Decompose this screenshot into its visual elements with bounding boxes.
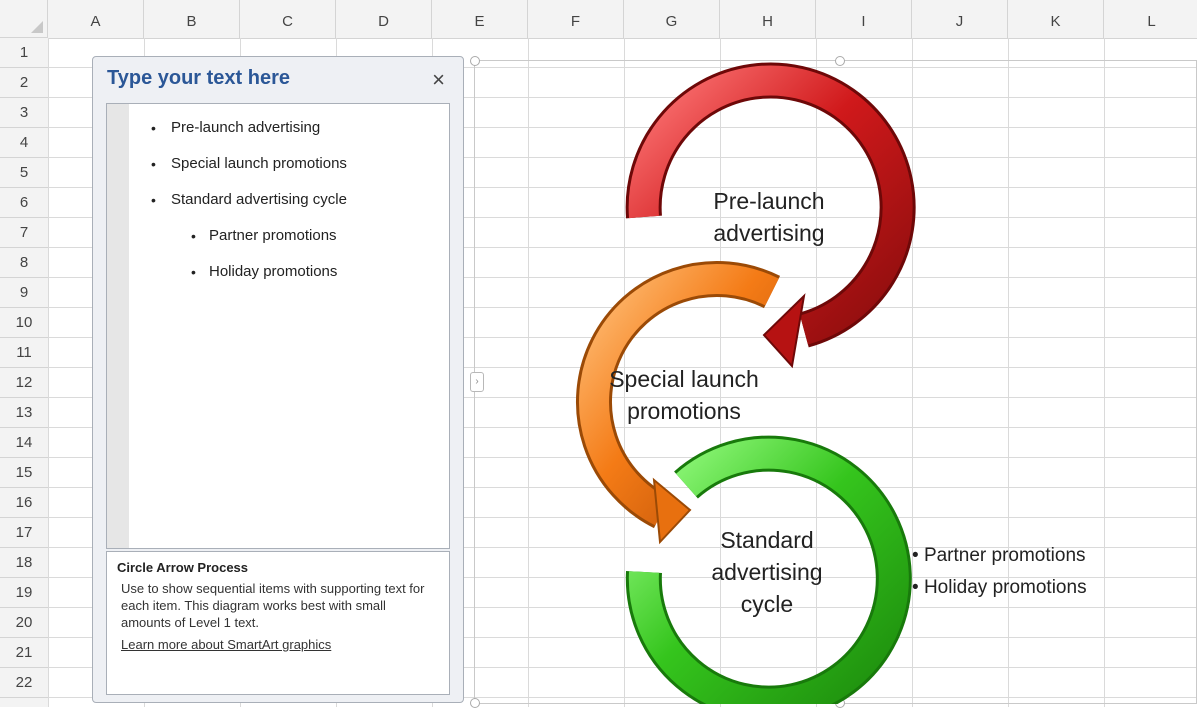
child-bullet: • Holiday promotions (912, 577, 1087, 598)
bullet-text: Standard advertising cycle (171, 191, 347, 208)
shape-text-line: cycle (740, 591, 794, 617)
column-header[interactable]: C (240, 0, 336, 38)
circle-arrow-diagram: Pre-launch advertising Special launch pr… (474, 60, 1197, 709)
learn-more-link[interactable]: Learn more about SmartArt graphics (117, 637, 439, 652)
row-header[interactable]: 13 (0, 398, 48, 428)
row-header[interactable]: 7 (0, 218, 48, 248)
column-header[interactable]: G (624, 0, 720, 38)
column-headers: ABCDEFGHIJKL (48, 0, 1197, 39)
row-header[interactable]: 9 (0, 278, 48, 308)
bullet-dot: • (151, 120, 156, 136)
bullet-dot: • (191, 228, 196, 244)
column-header[interactable]: L (1104, 0, 1197, 38)
shape-2-text: Special launch promotions (589, 363, 779, 427)
column-header[interactable]: D (336, 0, 432, 38)
layout-name: Circle Arrow Process (117, 560, 249, 575)
shape-text-line: advertising (711, 559, 823, 585)
close-icon[interactable]: × (432, 69, 445, 91)
bullet-dot: • (191, 264, 196, 280)
bullet-item[interactable]: • Holiday promotions (129, 254, 449, 290)
row-header[interactable]: 4 (0, 128, 48, 158)
column-header[interactable]: A (48, 0, 144, 38)
row-header[interactable]: 1 (0, 38, 48, 68)
select-all-corner[interactable] (0, 0, 48, 38)
row-headers: 1 2 3 4 5 6 7 8 9 10 11 12 13 14 15 16 17 18 19 20 21 22 (0, 38, 49, 707)
shape-text-line: Special launch (609, 366, 759, 392)
bullet-text: Special launch promotions (171, 155, 347, 172)
row-header[interactable]: 2 (0, 68, 48, 98)
row-header[interactable]: 11 (0, 338, 48, 368)
bullet-text: Partner promotions (209, 227, 337, 244)
shape-text-line: advertising (713, 220, 825, 246)
bullet-item[interactable]: • Pre-launch advertising (129, 110, 449, 146)
bullet-dot: • (151, 192, 156, 208)
text-pane-toggle[interactable]: › (470, 372, 484, 392)
row-header[interactable]: 10 (0, 308, 48, 338)
shape-3-text: Standard advertising cycle (692, 524, 842, 620)
column-header[interactable]: F (528, 0, 624, 38)
column-header[interactable]: I (816, 0, 912, 38)
row-header[interactable]: 18 (0, 548, 48, 578)
bullet-dot: • (151, 156, 156, 172)
layout-description: Circle Arrow Process Use to show sequent… (106, 551, 450, 695)
edit-gutter (107, 104, 129, 548)
shape-text-line: Standard (720, 527, 814, 553)
column-header[interactable]: J (912, 0, 1008, 38)
smartart-text-pane[interactable]: Type your text here × • Pre-launch advert… (92, 56, 464, 703)
child-bullet-list: • Partner promotions • Holiday promotion… (912, 540, 1087, 604)
row-header[interactable]: 22 (0, 668, 48, 698)
column-header[interactable]: E (432, 0, 528, 38)
column-header[interactable]: K (1008, 0, 1104, 38)
child-bullet-text: Partner promotions (923, 545, 1086, 566)
row-header[interactable]: 17 (0, 518, 48, 548)
row-header[interactable]: 21 (0, 638, 48, 668)
chevron-right-icon: › (475, 376, 479, 387)
row-header[interactable]: 15 (0, 458, 48, 488)
bullet-item[interactable]: • Partner promotions (129, 218, 449, 254)
bullet-list: • Pre-launch advertising • Special launch p… (129, 110, 449, 290)
row-header[interactable]: 14 (0, 428, 48, 458)
row-header[interactable]: 8 (0, 248, 48, 278)
row-header[interactable]: 19 (0, 578, 48, 608)
row-header[interactable]: 16 (0, 488, 48, 518)
column-header[interactable]: H (720, 0, 816, 38)
child-bullet: • Partner promotions (912, 545, 1086, 566)
text-edit-area[interactable]: • Pre-launch advertising • Special launch p… (106, 103, 450, 549)
shape-text-line: Pre-launch (713, 188, 825, 214)
row-header[interactable]: 5 (0, 158, 48, 188)
row-header[interactable]: 12 (0, 368, 48, 398)
column-header[interactable]: B (144, 0, 240, 38)
pane-title: Type your text here (107, 67, 291, 89)
child-bullet-text: Holiday promotions (923, 577, 1087, 598)
layout-description-text: Use to show sequential items with suppor… (121, 581, 425, 630)
row-header[interactable]: 3 (0, 98, 48, 128)
row-header[interactable]: 6 (0, 188, 48, 218)
bullet-text: Pre-launch advertising (171, 119, 321, 136)
row-header[interactable]: 20 (0, 608, 48, 638)
bullet-item[interactable]: • Standard advertising cycle (129, 182, 449, 218)
bullet-text: Holiday promotions (209, 263, 338, 280)
bullet-item[interactable]: • Special launch promotions (129, 146, 449, 182)
shape-1-text: Pre-launch advertising (689, 185, 849, 249)
shape-text-line: promotions (627, 398, 741, 424)
